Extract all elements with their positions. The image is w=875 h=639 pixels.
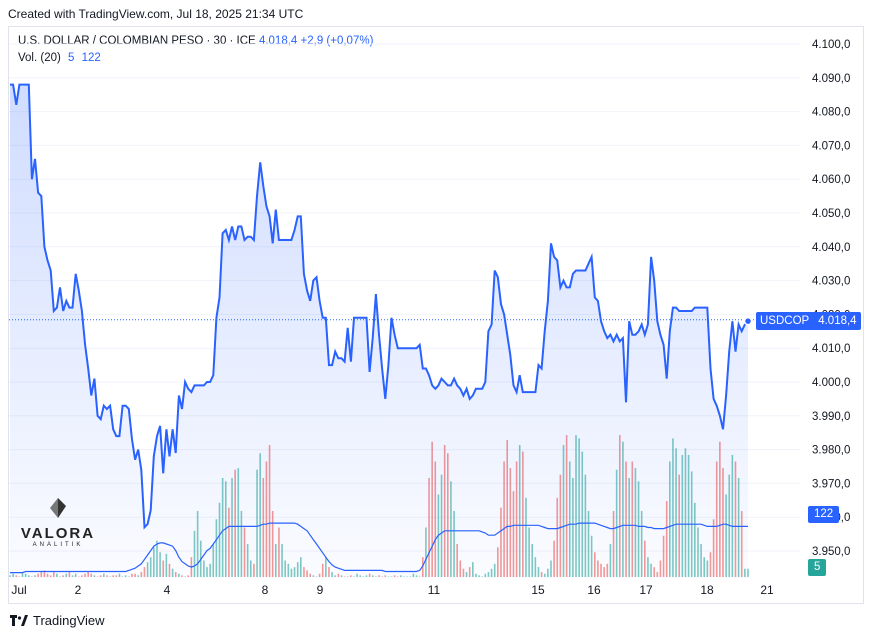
volume-ma-tag: 122 (808, 506, 840, 523)
tradingview-logo-icon (10, 614, 28, 626)
x-tick-label: 17 (639, 583, 653, 597)
y-tick-label: 4.090,0 (812, 73, 850, 85)
footer-brand-name: TradingView (33, 613, 105, 628)
y-tick-label: 4.040,0 (812, 242, 850, 254)
y-tick-label: 3.950,0 (812, 546, 850, 558)
last-price-dot (743, 316, 753, 326)
x-tick-label: 2 (75, 583, 82, 597)
y-tick-label: 4.050,0 (812, 208, 850, 220)
x-tick-label: 18 (700, 583, 714, 597)
volume-last-tag: 5 (808, 559, 827, 576)
valora-logo-icon (50, 498, 66, 518)
price-chart[interactable]: 3.950,03.960,03.970,03.980,03.990,04.000… (0, 0, 875, 639)
x-axis: Jul 2 4 8 9 11 15 16 17 18 21 (11, 583, 774, 597)
price-tag-symbol: USDCOP (760, 315, 809, 327)
y-tick-label: 4.000,0 (812, 377, 850, 389)
y-tick-label: 3.990,0 (812, 411, 850, 423)
valora-name: VALORA (20, 525, 96, 542)
price-tag-value: 4.018,4 (818, 315, 857, 327)
x-tick-label: 9 (317, 583, 324, 597)
y-axis: 3.950,03.960,03.970,03.980,03.990,04.000… (812, 39, 850, 558)
y-tick-label: 4.010,0 (812, 343, 850, 355)
x-tick-label: 21 (760, 583, 774, 597)
y-tick-label: 4.060,0 (812, 174, 850, 186)
x-tick-label: 4 (164, 583, 171, 597)
y-tick-label: 3.970,0 (812, 478, 850, 490)
x-tick-label: Jul (11, 583, 26, 597)
x-tick-label: 8 (262, 583, 269, 597)
x-tick-label: 16 (587, 583, 601, 597)
footer-brand[interactable]: TradingView (10, 613, 105, 628)
valora-watermark: VALORA ANALITIK (20, 496, 96, 548)
y-tick-label: 4.100,0 (812, 39, 850, 51)
last-price-tag: USDCOP 4.018,4 (756, 312, 861, 330)
y-tick-label: 4.070,0 (812, 140, 850, 152)
x-tick-label: 11 (428, 583, 441, 597)
x-tick-label: 15 (531, 583, 545, 597)
y-tick-label: 4.030,0 (812, 276, 850, 288)
y-tick-label: 3.980,0 (812, 445, 850, 457)
y-tick-label: 4.080,0 (812, 107, 850, 119)
valora-sub: ANALITIK (32, 542, 84, 548)
